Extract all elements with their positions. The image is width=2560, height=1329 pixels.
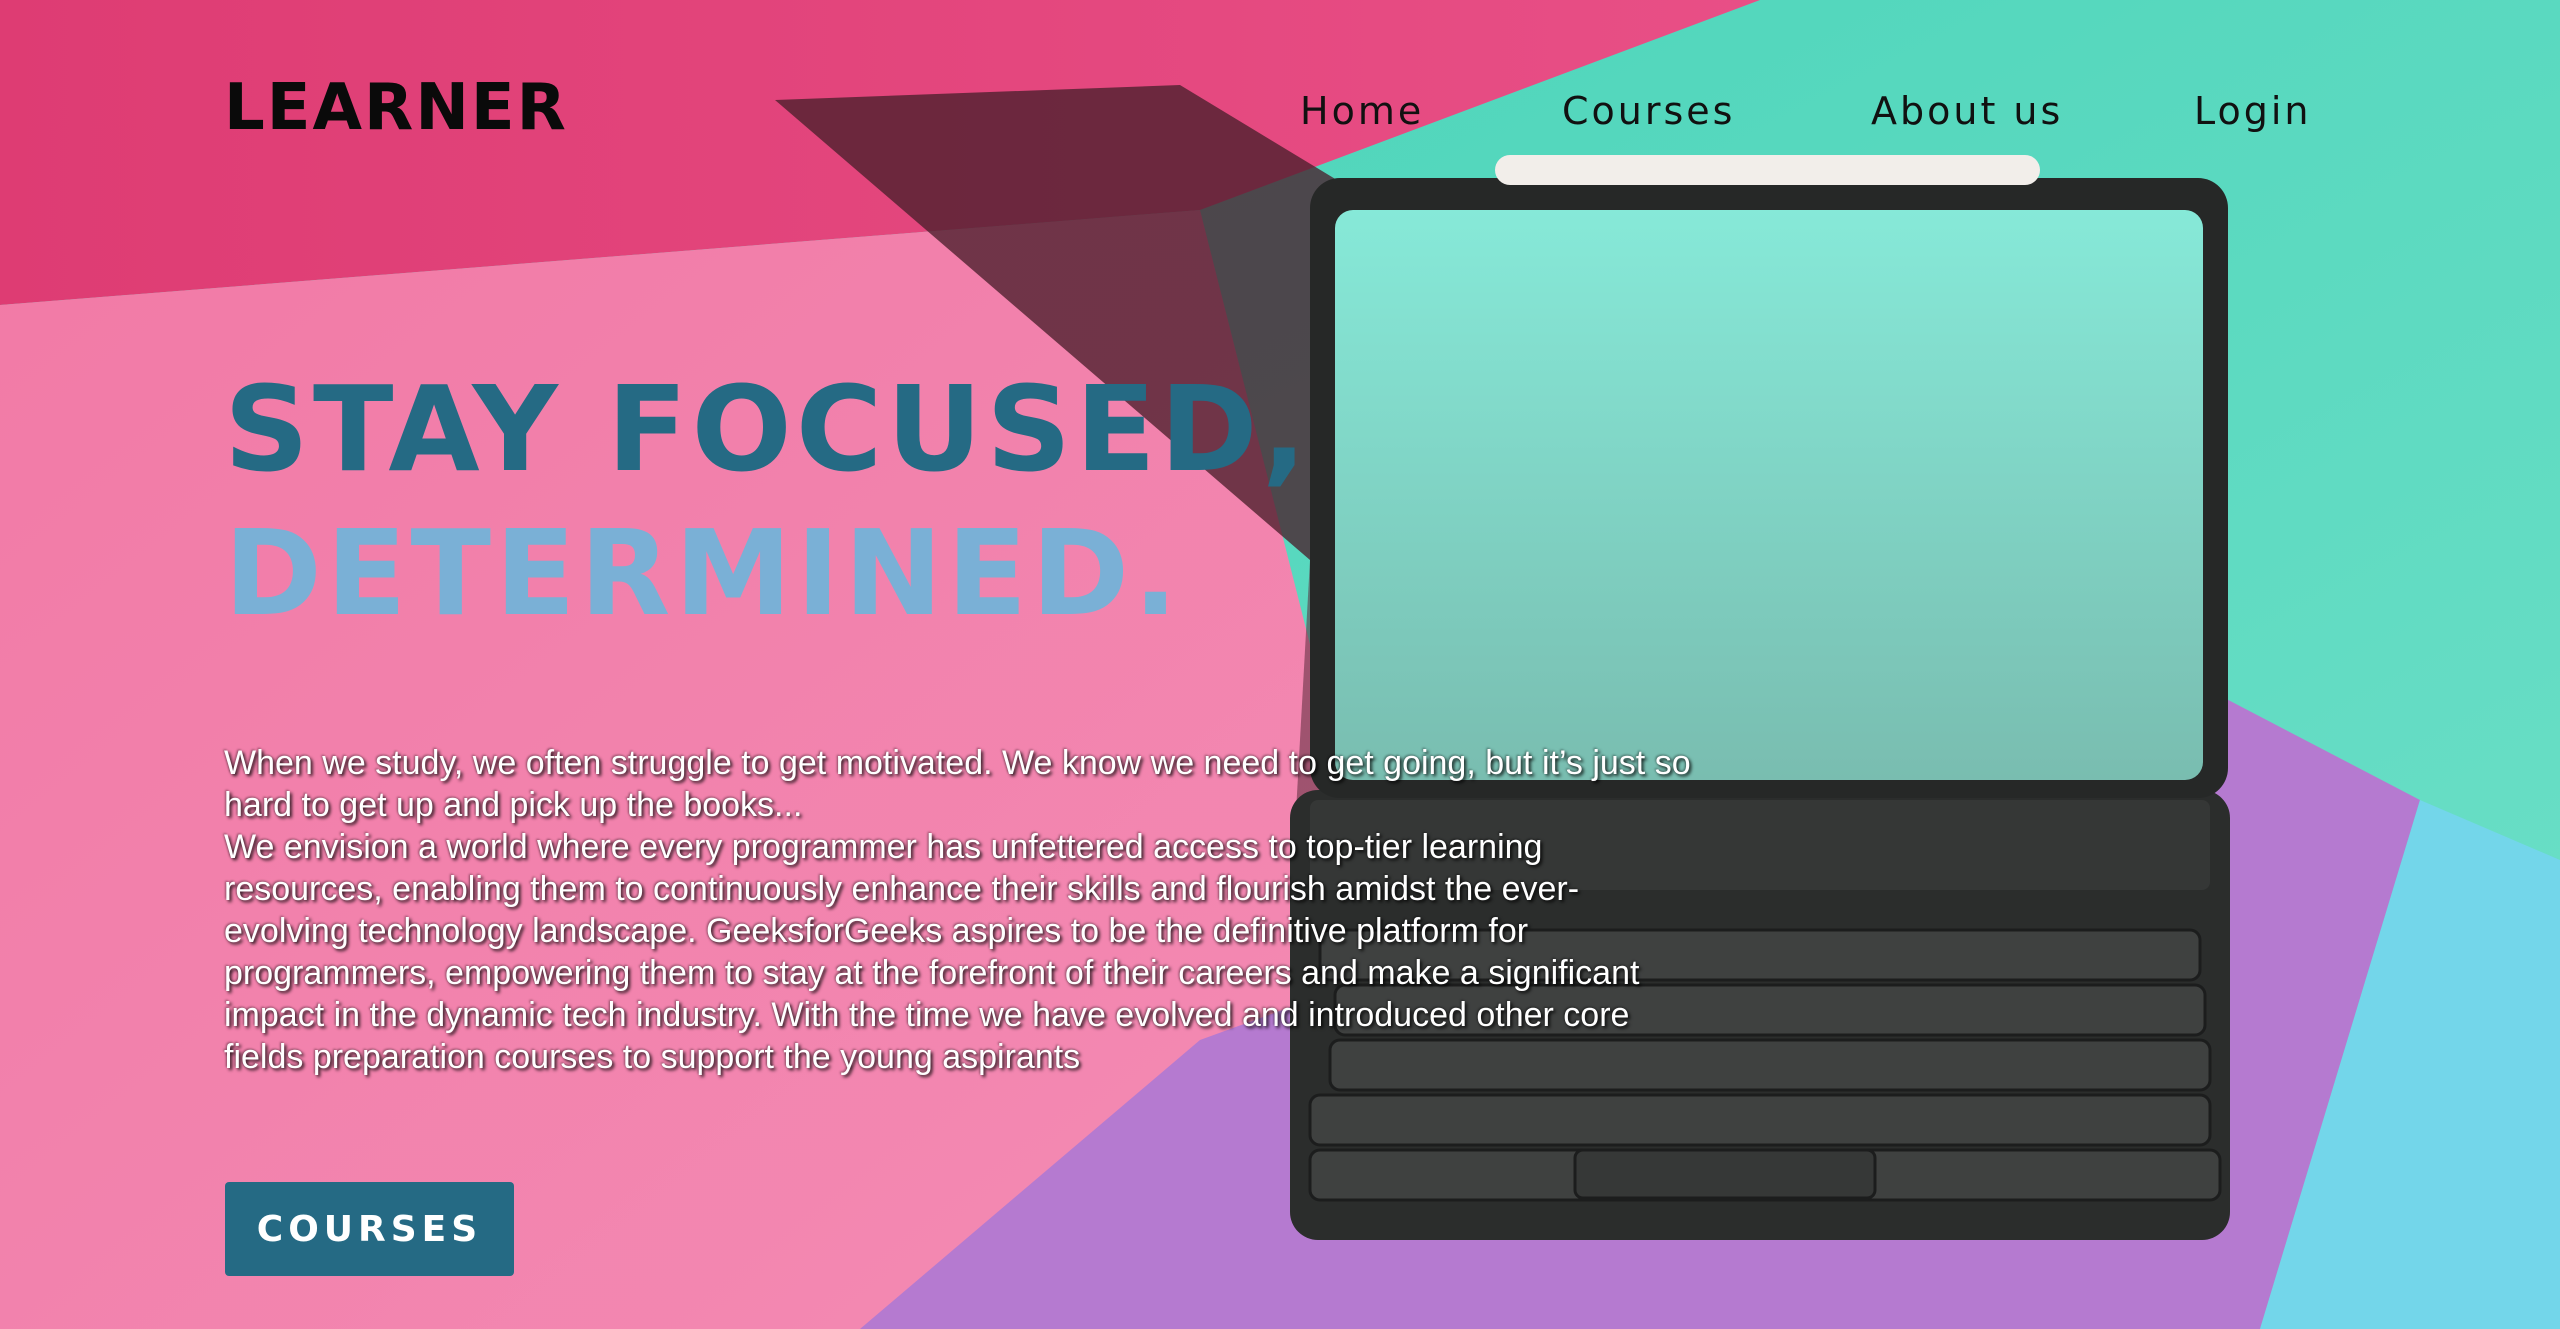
- hero-description: When we study, we often struggle to get …: [224, 742, 1694, 1078]
- nav-link-courses[interactable]: Courses: [1562, 92, 1735, 130]
- hero-headline-line1: STAY FOCUSED,: [224, 360, 1311, 498]
- nav-link-login[interactable]: Login: [2194, 92, 2312, 130]
- hero-paragraph-1: When we study, we often struggle to get …: [224, 744, 1691, 824]
- nav-link-about-us[interactable]: About us: [1871, 92, 2063, 130]
- hero-paragraph-2: We envision a world where every programm…: [224, 828, 1640, 1076]
- brand-logo[interactable]: LEARNER: [224, 76, 568, 140]
- top-navbar: LEARNER Home Courses About us Login: [0, 0, 2560, 230]
- hero-headline-line2: DETERMINED.: [224, 504, 1182, 642]
- nav-link-home[interactable]: Home: [1300, 92, 1424, 130]
- courses-cta-button[interactable]: COURSES: [225, 1182, 514, 1276]
